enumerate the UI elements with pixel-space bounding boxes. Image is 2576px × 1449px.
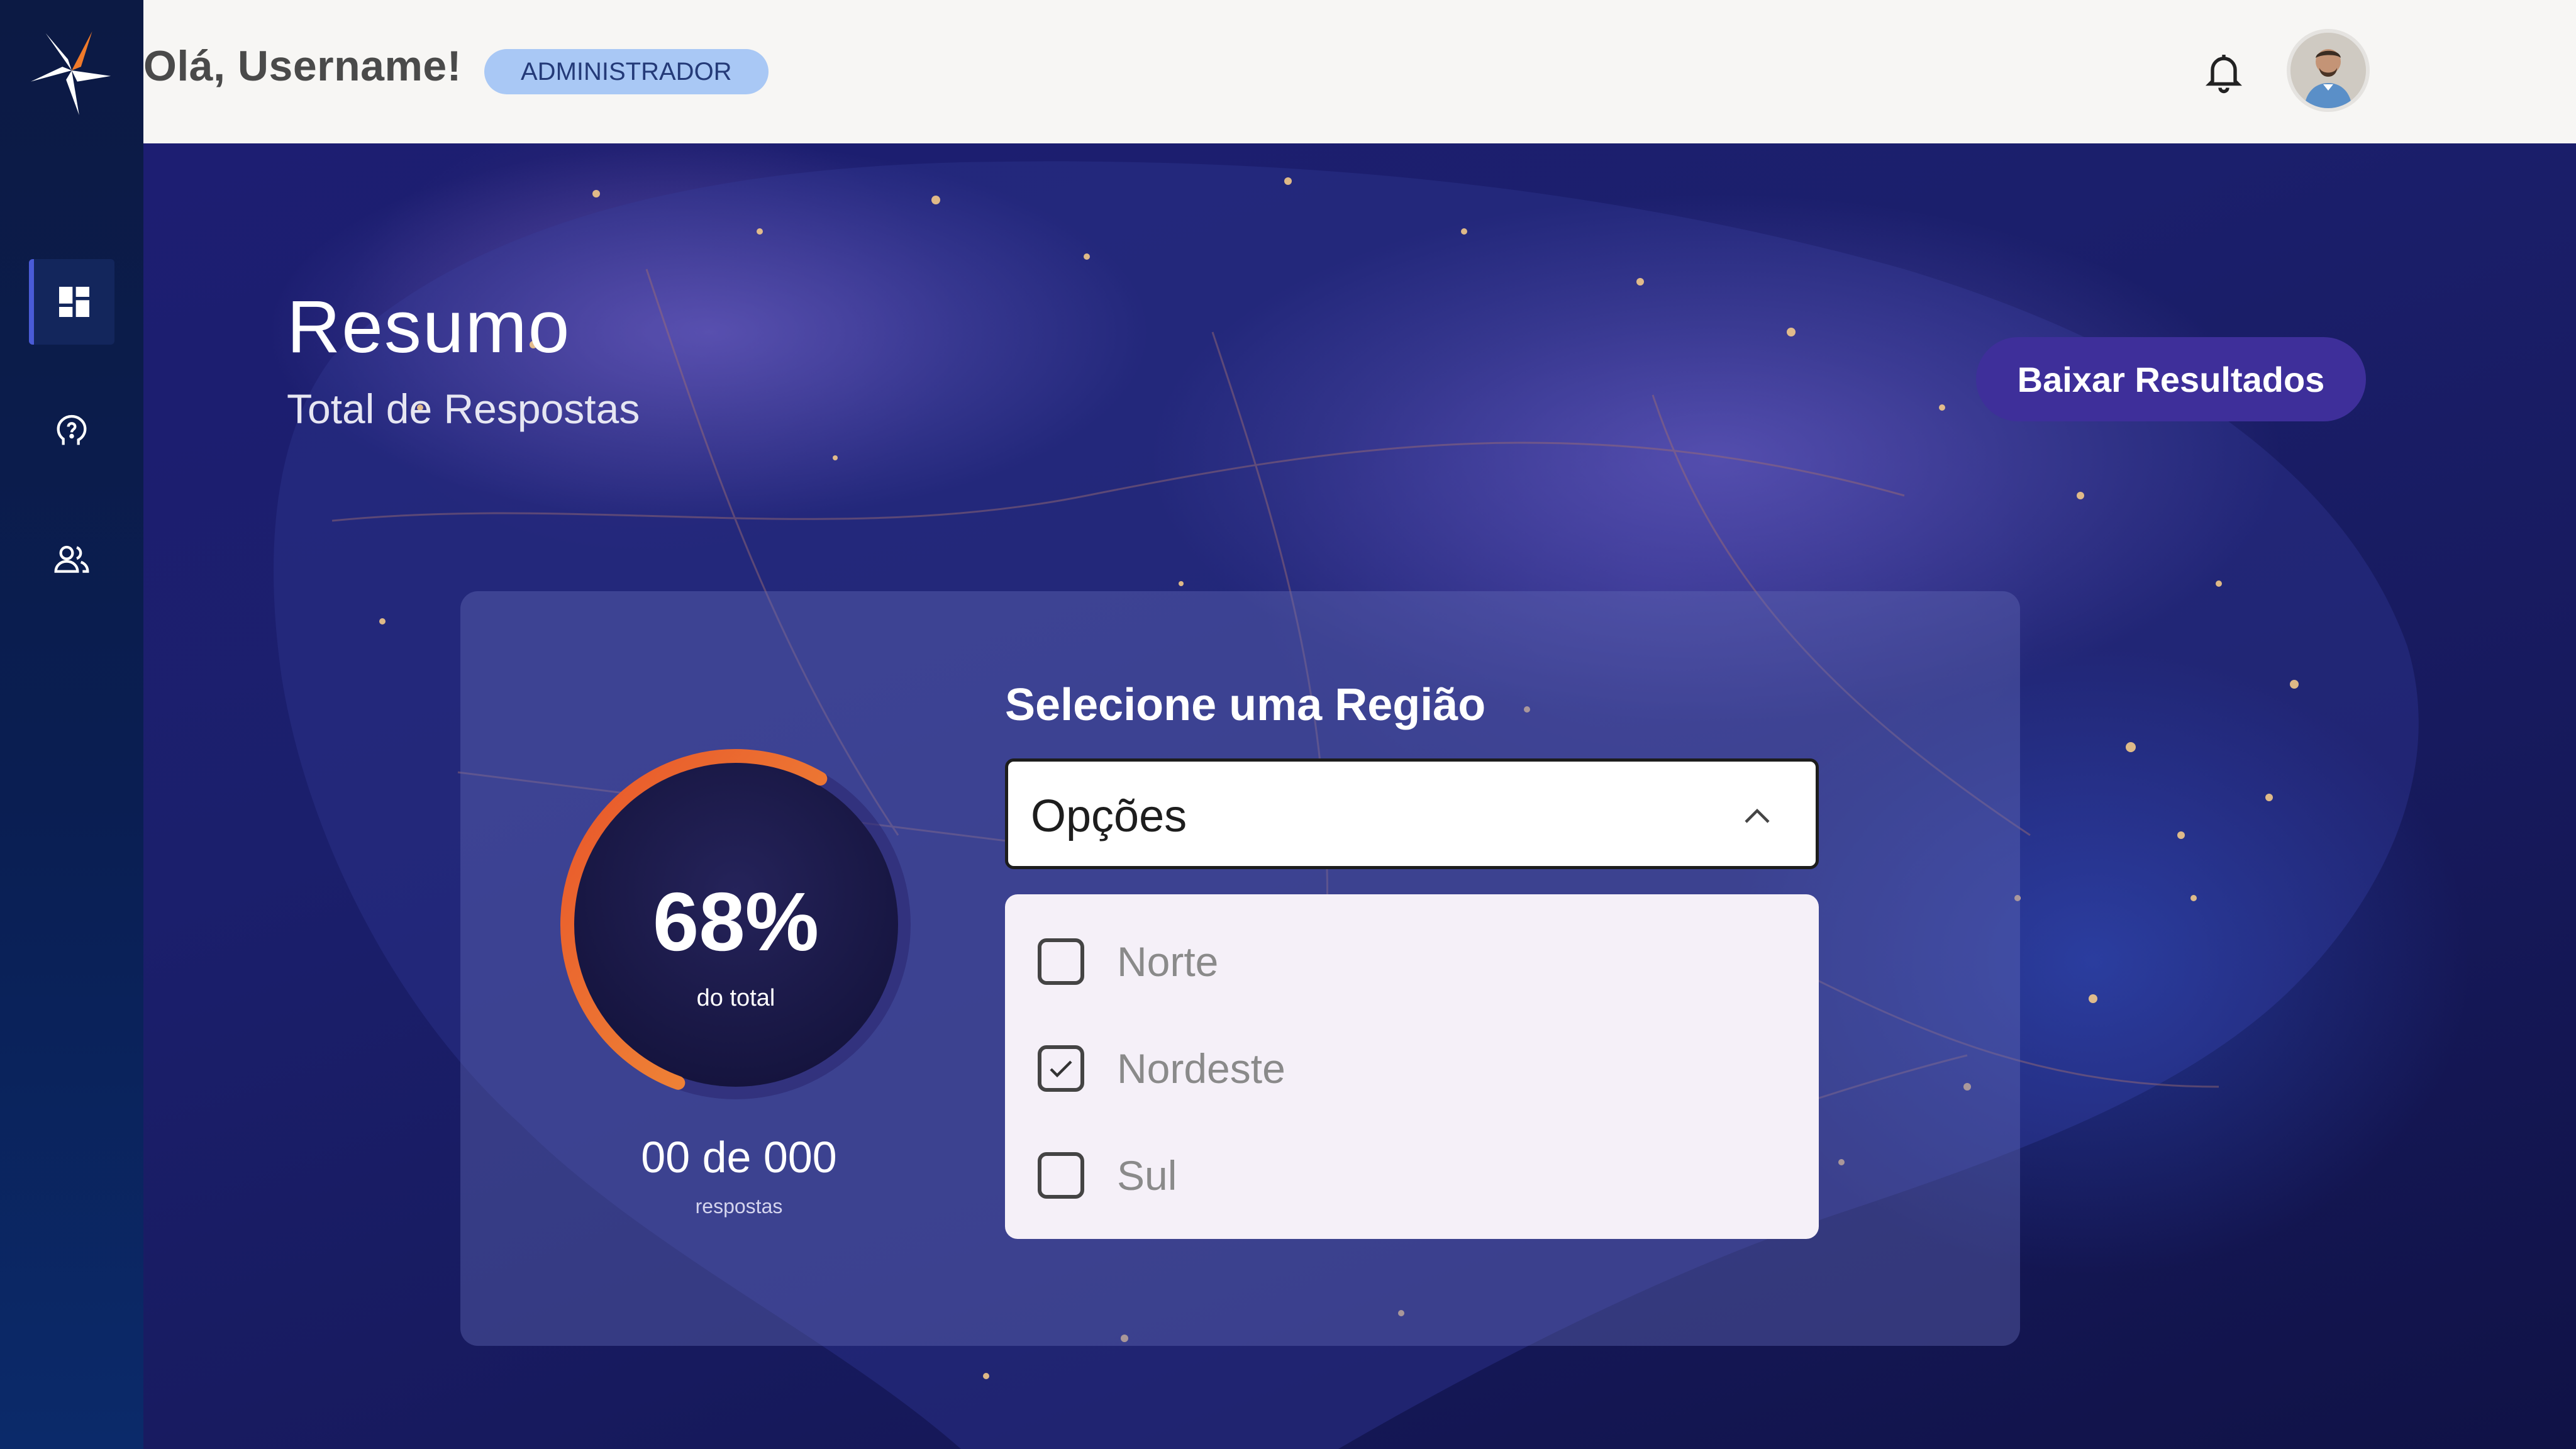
- users-icon: [54, 545, 89, 573]
- sidebar-item-users[interactable]: [29, 517, 114, 602]
- region-option-sul[interactable]: Sul: [1038, 1141, 1177, 1210]
- region-select-label: Selecione uma Região: [1005, 680, 1486, 730]
- dashboard-icon: [59, 287, 89, 317]
- avatar[interactable]: [2287, 29, 2370, 112]
- percent-caption: do total: [696, 985, 775, 1011]
- avatar-icon: [2290, 33, 2366, 108]
- checkbox[interactable]: [1038, 938, 1084, 985]
- logo-icon: [30, 31, 111, 116]
- chevron-up-icon[interactable]: [1740, 799, 1774, 833]
- greeting-text: Olá, Username!: [143, 42, 462, 90]
- region-select[interactable]: Opções: [1005, 758, 1819, 869]
- checkmark-icon: [1050, 1060, 1072, 1078]
- sidebar-item-dashboard[interactable]: [29, 259, 114, 345]
- bell-icon[interactable]: [2201, 49, 2246, 94]
- role-badge: ADMINISTRADOR: [484, 49, 769, 94]
- checkbox[interactable]: [1038, 1152, 1084, 1199]
- percent-value: 68%: [652, 875, 819, 968]
- response-count-caption: respostas: [695, 1195, 783, 1218]
- download-results-button[interactable]: Baixar Resultados: [1976, 337, 2366, 421]
- page-title: Resumo: [287, 286, 571, 369]
- region-option-norte[interactable]: Norte: [1038, 927, 1218, 996]
- region-option-label: Norte: [1117, 938, 1219, 985]
- sidebar-item-help[interactable]: [29, 389, 114, 474]
- help-icon: [57, 414, 87, 445]
- region-option-label: Nordeste: [1117, 1045, 1285, 1092]
- region-select-value: Opções: [1031, 791, 1187, 841]
- region-option-label: Sul: [1117, 1152, 1177, 1199]
- region-option-nordeste[interactable]: Nordeste: [1038, 1034, 1285, 1103]
- page-subtitle: Total de Respostas: [287, 386, 640, 432]
- response-count: 00 de 000: [641, 1133, 837, 1182]
- checkbox[interactable]: [1038, 1045, 1084, 1092]
- region-dropdown: Norte Nordeste Sul: [1005, 894, 1819, 1239]
- sidebar: [0, 0, 143, 1449]
